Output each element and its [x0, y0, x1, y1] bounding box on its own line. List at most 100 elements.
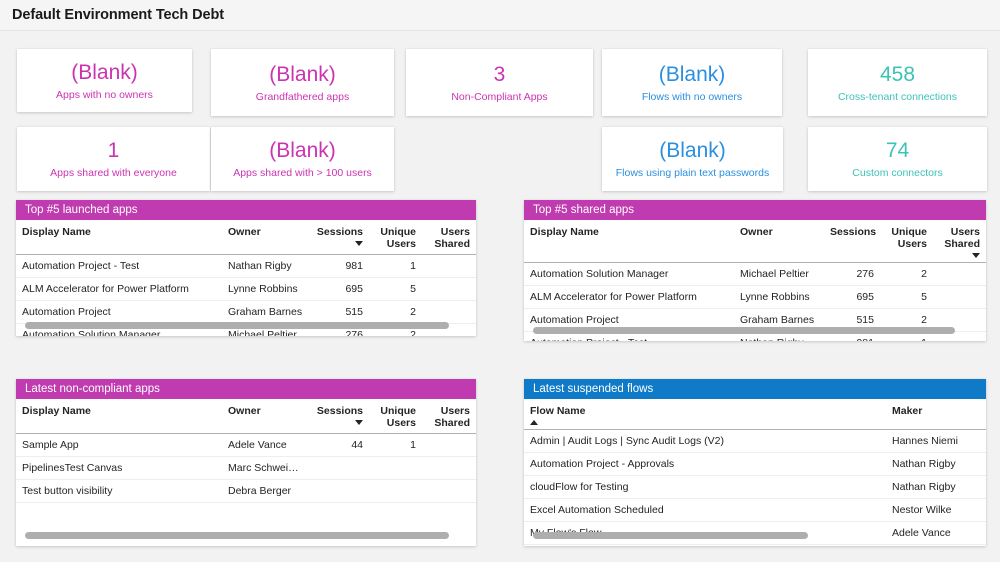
cell-display-name: ALM Accelerator for Power Platform: [16, 278, 222, 301]
kpi-card-custom-connectors[interactable]: 74 Custom connectors: [808, 127, 987, 191]
column-header-maker[interactable]: Maker: [886, 399, 986, 430]
column-header-owner[interactable]: Owner: [222, 220, 309, 255]
column-header-unique-users[interactable]: Unique Users: [369, 399, 422, 434]
column-header-users-shared[interactable]: Users Shared: [422, 220, 476, 255]
table-header-row: Display Name Owner Sessions Unique Users…: [16, 220, 476, 255]
cell-unique-users: 5: [880, 286, 933, 309]
horizontal-scrollbar[interactable]: [533, 327, 977, 334]
horizontal-scrollbar[interactable]: [533, 532, 977, 539]
cell-unique-users: 1: [369, 255, 422, 278]
cell-owner: Debra Berger: [222, 480, 309, 503]
kpi-value: (Blank): [269, 138, 336, 163]
column-header-unique-users[interactable]: Unique Users: [369, 220, 422, 255]
column-header-sessions[interactable]: Sessions: [309, 220, 369, 255]
column-header-users-shared[interactable]: Users Shared: [422, 399, 476, 434]
panel-title: Latest suspended flows: [524, 379, 986, 399]
column-header-label: Maker: [892, 405, 922, 417]
kpi-card-apps-shared-with-over-100-users[interactable]: (Blank) Apps shared with > 100 users: [211, 127, 394, 191]
table-row[interactable]: ALM Accelerator for Power Platform Lynne…: [16, 278, 476, 301]
kpi-card-cross-tenant-connections[interactable]: 458 Cross-tenant connections: [808, 49, 987, 116]
horizontal-scrollbar[interactable]: [25, 322, 467, 329]
column-header-owner[interactable]: Owner: [222, 399, 309, 434]
kpi-value: (Blank): [71, 60, 138, 85]
kpi-value: (Blank): [269, 62, 336, 87]
cell-maker: Nestor Wilke: [886, 499, 986, 522]
table-row[interactable]: Automation Project Graham Barnes 515 2: [16, 301, 476, 324]
column-header-label: Sessions: [317, 226, 363, 238]
table-row[interactable]: Automation Solution Manager Michael Pelt…: [524, 263, 986, 286]
kpi-label: Cross-tenant connections: [838, 90, 957, 104]
table-row[interactable]: Excel Automation Scheduled Nestor Wilke: [524, 499, 986, 522]
kpi-label: Apps shared with > 100 users: [233, 166, 372, 180]
table-latest-non-compliant-apps: Display Name Owner Sessions Unique Users…: [16, 399, 476, 503]
table-latest-suspended-flows: Flow Name Maker Admin | Audit Logs | Syn…: [524, 399, 986, 545]
cell-unique-users: 2: [369, 301, 422, 324]
table-top-launched-apps: Display Name Owner Sessions Unique Users…: [16, 220, 476, 336]
column-header-sessions[interactable]: Sessions: [824, 220, 880, 263]
column-header-label: Sessions: [317, 405, 363, 417]
cell-maker: Hannes Niemi: [886, 430, 986, 453]
horizontal-scrollbar-thumb[interactable]: [25, 532, 449, 539]
cell-sessions: 981: [309, 255, 369, 278]
column-header-owner[interactable]: Owner: [734, 220, 824, 263]
column-header-label: Display Name: [22, 226, 91, 238]
table-row[interactable]: Automation Project - Test Nathan Rigby 9…: [16, 255, 476, 278]
cell-users-shared: [422, 255, 476, 278]
cell-users-shared: [933, 263, 986, 286]
table-row[interactable]: Admin | Audit Logs | Sync Audit Logs (V2…: [524, 430, 986, 453]
kpi-card-apps-shared-with-everyone[interactable]: 1 Apps shared with everyone: [17, 127, 210, 191]
kpi-card-grandfathered-apps[interactable]: (Blank) Grandfathered apps: [211, 49, 394, 116]
table-row[interactable]: PipelinesTest Canvas Marc Schweigert: [16, 457, 476, 480]
kpi-value: 3: [494, 62, 506, 87]
table-row[interactable]: ALM Accelerator for Power Platform Lynne…: [524, 286, 986, 309]
cell-display-name: PipelinesTest Canvas: [16, 457, 222, 480]
panel-latest-non-compliant-apps: Latest non-compliant apps Display Name O…: [16, 379, 476, 546]
table-row[interactable]: cloudFlow for Testing Nathan Rigby: [524, 476, 986, 499]
horizontal-scrollbar[interactable]: [25, 532, 467, 539]
table-header-row: Display Name Owner Sessions Unique Users…: [16, 399, 476, 434]
column-header-label: Display Name: [22, 405, 91, 417]
table-row[interactable]: Test button visibility Debra Berger: [16, 480, 476, 503]
column-header-sessions[interactable]: Sessions: [309, 399, 369, 434]
kpi-label: Non-Compliant Apps: [451, 90, 547, 104]
table-row[interactable]: Sample App Adele Vance 44 1: [16, 434, 476, 457]
kpi-card-flows-with-no-owners[interactable]: (Blank) Flows with no owners: [602, 49, 782, 116]
column-header-label: Users Shared: [944, 226, 980, 250]
kpi-value: 458: [880, 62, 915, 87]
cell-display-name: Sample App: [16, 434, 222, 457]
kpi-card-non-compliant-apps[interactable]: 3 Non-Compliant Apps: [406, 49, 593, 116]
horizontal-scrollbar-thumb[interactable]: [25, 322, 449, 329]
kpi-card-apps-with-no-owners[interactable]: (Blank) Apps with no owners: [17, 49, 192, 112]
cell-owner: Michael Peltier: [734, 263, 824, 286]
column-header-flow-name[interactable]: Flow Name: [524, 399, 886, 430]
cell-flow-name: Automation Project - Approvals: [524, 453, 886, 476]
table-header-row: Display Name Owner Sessions Unique Users…: [524, 220, 986, 263]
column-header-display-name[interactable]: Display Name: [16, 220, 222, 255]
cell-users-shared: [422, 301, 476, 324]
cell-flow-name: cloudFlow for Testing: [524, 476, 886, 499]
cell-unique-users: 1: [369, 434, 422, 457]
cell-unique-users: 2: [880, 263, 933, 286]
panel-title: Latest non-compliant apps: [16, 379, 476, 399]
column-header-label: Users Shared: [434, 226, 470, 250]
kpi-value: (Blank): [659, 62, 726, 87]
horizontal-scrollbar-thumb[interactable]: [533, 327, 955, 334]
table-row[interactable]: Automation Project - Approvals Nathan Ri…: [524, 453, 986, 476]
column-header-users-shared[interactable]: Users Shared: [933, 220, 986, 263]
kpi-label: Apps with no owners: [56, 88, 153, 102]
cell-display-name: Automation Solution Manager: [524, 263, 734, 286]
column-header-label: Users Shared: [434, 405, 470, 429]
cell-sessions: [309, 480, 369, 503]
sort-ascending-icon: [530, 420, 538, 425]
cell-owner: Adele Vance: [222, 434, 309, 457]
panel-latest-suspended-flows: Latest suspended flows Flow Name Maker: [524, 379, 986, 546]
column-header-unique-users[interactable]: Unique Users: [880, 220, 933, 263]
kpi-card-flows-using-plain-text-passwords[interactable]: (Blank) Flows using plain text passwords: [602, 127, 783, 191]
horizontal-scrollbar-thumb[interactable]: [533, 532, 808, 539]
column-header-display-name[interactable]: Display Name: [16, 399, 222, 434]
report-canvas: (Blank) Apps with no owners (Blank) Gran…: [0, 31, 1000, 562]
column-header-label: Unique Users: [380, 405, 416, 429]
column-header-display-name[interactable]: Display Name: [524, 220, 734, 263]
cell-display-name: ALM Accelerator for Power Platform: [524, 286, 734, 309]
kpi-label: Grandfathered apps: [256, 90, 349, 104]
